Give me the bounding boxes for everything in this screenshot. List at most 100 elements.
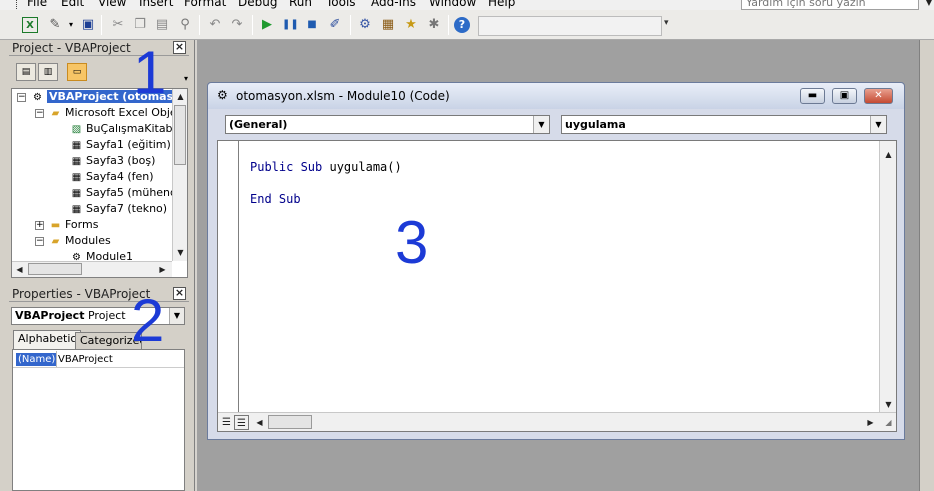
- paste-icon[interactable]: ▤: [154, 17, 170, 33]
- code-window-titlebar[interactable]: ⚙ otomasyon.xlsm - Module10 (Code) ▬ ▣ ✕: [208, 83, 904, 109]
- run-icon[interactable]: ▶: [259, 17, 275, 33]
- scroll-right-icon[interactable]: ▶: [155, 262, 170, 277]
- property-name[interactable]: (Name): [16, 353, 56, 366]
- project-explorer-icon[interactable]: ⚙: [357, 17, 373, 33]
- tree-item-sheet[interactable]: ▦Sayfa5 (mühendislik): [69, 185, 187, 201]
- break-icon[interactable]: ❚❚: [282, 17, 299, 33]
- tree-item-sheet[interactable]: ▦ Sayfa3 (boş): [69, 153, 156, 169]
- design-mode-icon[interactable]: ✐: [327, 17, 343, 33]
- scroll-down-icon[interactable]: ▼: [881, 397, 896, 412]
- object-combo[interactable]: (General) ▼: [225, 115, 550, 134]
- tree-item-modules[interactable]: ▰ Modules: [48, 233, 111, 249]
- cut-icon[interactable]: ✂: [110, 17, 126, 33]
- code-line[interactable]: Public Sub uygulama(): [250, 160, 402, 174]
- redo-icon[interactable]: ↷: [229, 17, 245, 33]
- menu-format[interactable]: Format: [184, 0, 226, 9]
- full-module-view-icon[interactable]: ☰: [234, 415, 249, 430]
- properties-object-name: VBAProject: [15, 309, 85, 322]
- menu-help[interactable]: Help: [488, 0, 515, 9]
- toolbox-icon[interactable]: ✱: [426, 17, 442, 33]
- find-icon[interactable]: ⚲: [177, 17, 193, 33]
- left-dock-panel: Project - VBAProject × ▤ ▥ ▭ ▾ − ⚙ VBAPro…: [0, 40, 195, 491]
- resize-grip-icon[interactable]: ◢: [881, 415, 896, 430]
- close-button[interactable]: ✕: [864, 88, 893, 104]
- view-excel-icon[interactable]: X: [22, 17, 38, 33]
- object-browser-icon[interactable]: ★: [403, 17, 419, 33]
- scroll-thumb[interactable]: [28, 263, 82, 275]
- properties-grid[interactable]: (Name) VBAProject: [12, 349, 185, 491]
- code-horizontal-scrollbar[interactable]: ☰ ☰ ◀ ▶ ◢: [218, 412, 896, 431]
- expand-icon[interactable]: +: [35, 221, 44, 230]
- chevron-down-icon[interactable]: ▼: [926, 0, 932, 9]
- view-code-icon[interactable]: ▤: [16, 63, 36, 81]
- code-margin[interactable]: [218, 141, 239, 412]
- properties-window-icon[interactable]: ▦: [380, 17, 396, 33]
- insert-userform-icon[interactable]: ✎: [47, 17, 63, 33]
- chevron-down-icon[interactable]: ▾: [184, 74, 188, 83]
- menu-run[interactable]: Run: [289, 0, 312, 9]
- sheet-icon: ▦: [71, 188, 82, 199]
- minimize-button[interactable]: ▬: [800, 88, 825, 104]
- scroll-left-icon[interactable]: ◀: [12, 262, 27, 277]
- property-value[interactable]: VBAProject: [58, 353, 113, 366]
- undo-icon[interactable]: ↶: [207, 17, 223, 33]
- scroll-thumb[interactable]: [174, 105, 186, 165]
- menu-debug[interactable]: Debug: [238, 0, 277, 9]
- tree-horizontal-scrollbar[interactable]: ◀ ▶: [12, 261, 172, 277]
- chevron-down-icon[interactable]: ▼: [169, 308, 184, 324]
- code-editor[interactable]: Public Sub uygulama() End Sub ▲ ▼ ☰ ☰ ◀ …: [217, 140, 897, 432]
- menu-window[interactable]: Window: [429, 0, 476, 9]
- toggle-folders-icon[interactable]: ▭: [67, 63, 87, 81]
- annotation-number-3: 3: [395, 209, 429, 276]
- toolbar-location-box[interactable]: [478, 16, 662, 36]
- tree-vertical-scrollbar[interactable]: ▲ ▼: [172, 89, 187, 261]
- ask-question-box[interactable]: Yardım için soru yazın ▼: [741, 0, 932, 10]
- copy-icon[interactable]: ❐: [132, 17, 148, 33]
- scroll-right-icon[interactable]: ▶: [863, 415, 878, 430]
- tree-item-forms[interactable]: ▬ Forms: [48, 217, 99, 233]
- menu-edit[interactable]: Edit: [61, 0, 84, 9]
- scroll-up-icon[interactable]: ▲: [173, 89, 187, 104]
- help-icon[interactable]: ?: [454, 17, 470, 33]
- procedure-combo[interactable]: uygulama ▼: [561, 115, 887, 134]
- sheet-icon: ▦: [71, 140, 82, 151]
- toolbar-overflow-icon[interactable]: ▾: [664, 18, 673, 40]
- collapse-icon[interactable]: −: [17, 93, 26, 102]
- reset-icon[interactable]: ■: [304, 17, 320, 33]
- tree-item-workbook[interactable]: ▧ BuÇalışmaKitabı: [69, 121, 176, 137]
- tree-item-label: Sayfa4 (fen): [86, 170, 154, 183]
- scroll-up-icon[interactable]: ▲: [881, 147, 896, 162]
- tree-item-sheet[interactable]: ▦ Sayfa7 (tekno): [69, 201, 167, 217]
- tree-item-label: Microsoft Excel Objects: [65, 106, 188, 119]
- menu-file[interactable]: File: [27, 0, 47, 9]
- close-icon[interactable]: ×: [173, 287, 186, 300]
- close-icon[interactable]: ×: [173, 41, 186, 54]
- save-icon[interactable]: ▣: [80, 17, 96, 33]
- collapse-icon[interactable]: −: [35, 109, 44, 118]
- toolbar-separator: [448, 15, 449, 35]
- procedure-combo-value: uygulama: [565, 118, 626, 131]
- code-text: uygulama(): [322, 160, 402, 174]
- tree-item-sheet[interactable]: ▦ Sayfa4 (fen): [69, 169, 154, 185]
- collapse-icon[interactable]: −: [35, 237, 44, 246]
- maximize-button[interactable]: ▣: [832, 88, 857, 104]
- scroll-left-icon[interactable]: ◀: [252, 415, 267, 430]
- menu-insert[interactable]: Insert: [139, 0, 173, 9]
- chevron-down-icon[interactable]: ▼: [870, 116, 886, 133]
- menu-view[interactable]: View: [98, 0, 126, 9]
- code-vertical-scrollbar[interactable]: ▲ ▼: [879, 141, 896, 412]
- scroll-thumb[interactable]: [268, 415, 312, 429]
- code-window-title: otomasyon.xlsm - Module10 (Code): [236, 89, 450, 103]
- chevron-down-icon[interactable]: ▾: [63, 17, 79, 33]
- menu-add-ins[interactable]: Add-Ins: [371, 0, 416, 9]
- procedure-view-icon[interactable]: ☰: [219, 415, 234, 430]
- tab-alphabetic[interactable]: Alphabetic: [13, 330, 82, 349]
- view-object-icon[interactable]: ▥: [38, 63, 58, 81]
- project-tree[interactable]: − ⚙ VBAProject (otomasyon.xlsm) − ▰ Micros…: [11, 88, 188, 278]
- tree-item-excel-objects[interactable]: ▰ Microsoft Excel Objects: [48, 105, 188, 121]
- menu-tools[interactable]: Tools: [326, 0, 356, 9]
- scroll-down-icon[interactable]: ▼: [173, 245, 187, 260]
- code-line[interactable]: End Sub: [250, 192, 301, 206]
- tree-item-sheet[interactable]: ▦ Sayfa1 (eğitim): [69, 137, 171, 153]
- chevron-down-icon[interactable]: ▼: [533, 116, 549, 133]
